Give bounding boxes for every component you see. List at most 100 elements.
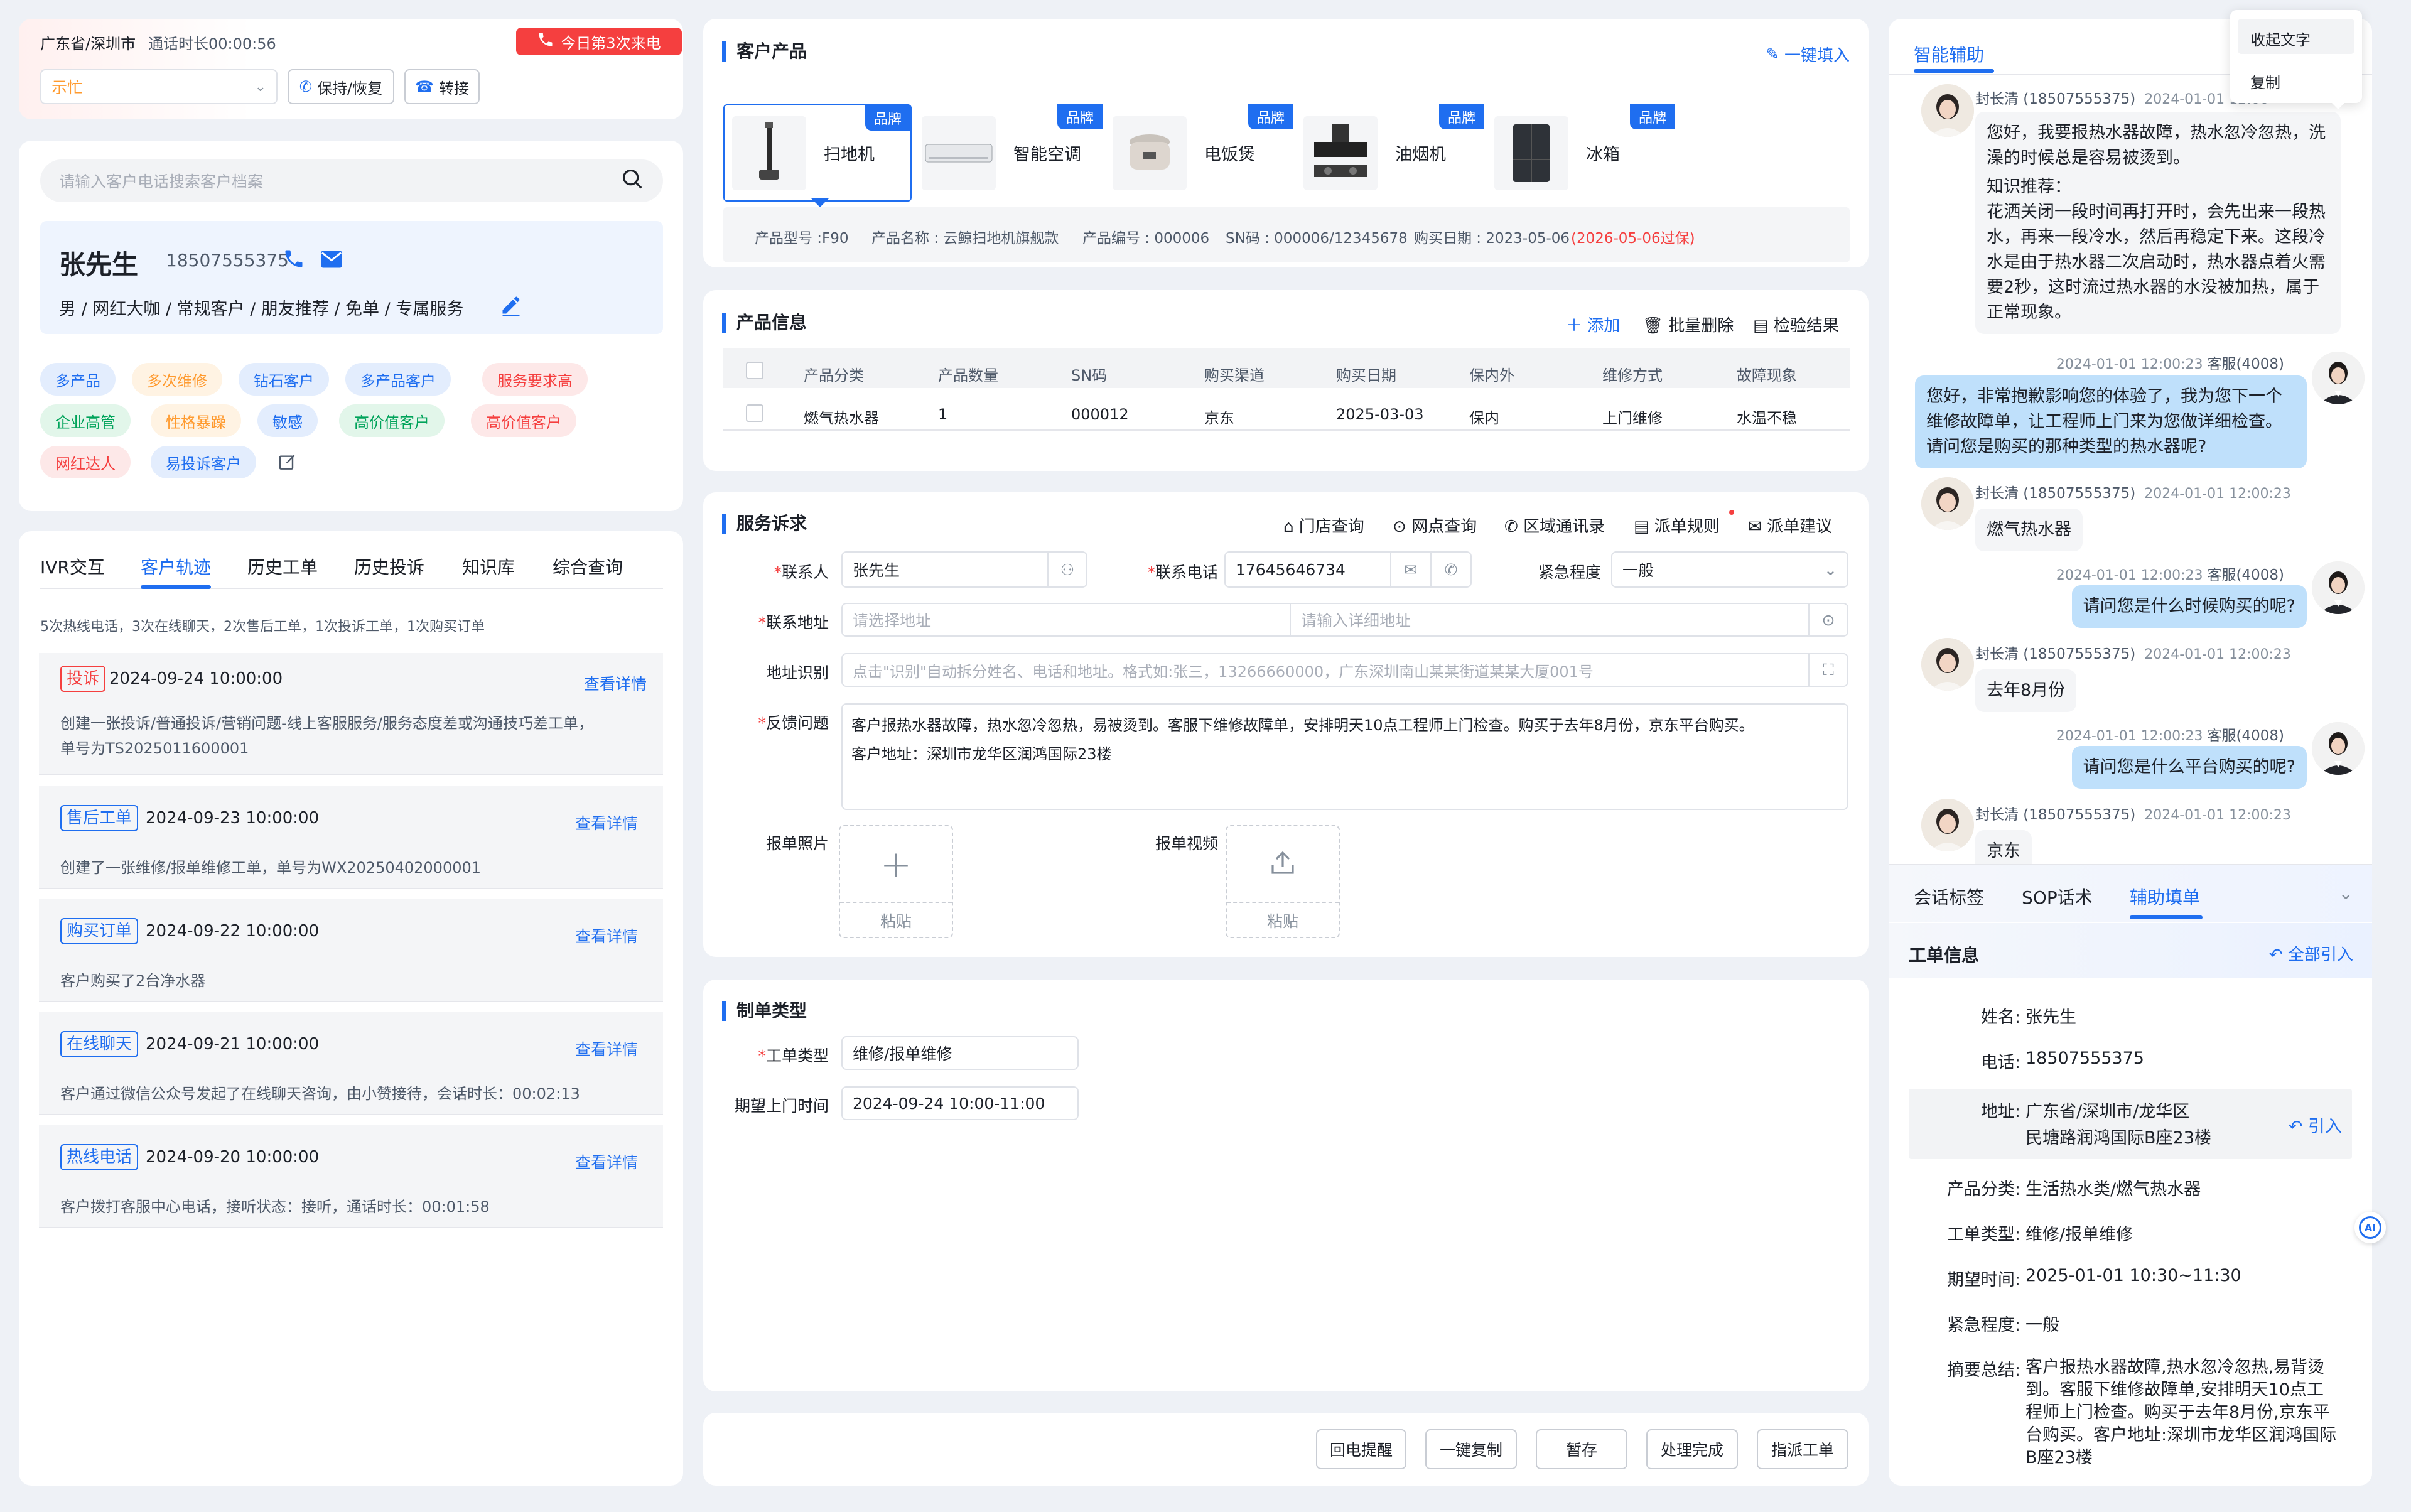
customer-tag: 性格暴躁	[151, 404, 241, 437]
avatar	[1921, 477, 1974, 530]
view-details-link[interactable]: 查看详情	[584, 672, 647, 694]
product-card[interactable]: 冰箱 品牌	[1487, 104, 1675, 202]
status-select[interactable]: 示忙 ⌄	[40, 69, 278, 104]
one-click-fill-button[interactable]: ✎ 一键填入	[1766, 43, 1850, 66]
import-all-button[interactable]: ↶ 全部引入	[2269, 942, 2353, 965]
address-detail-input[interactable]: 请输入详细地址 ⊙	[1290, 603, 1848, 637]
view-details-link[interactable]: 查看详情	[575, 811, 638, 834]
photo-upload[interactable]: + 粘贴	[839, 825, 953, 938]
visit-time-input[interactable]: 2024-09-24 10:00-11:00	[841, 1086, 1079, 1120]
tab-query[interactable]: 综合查询	[553, 554, 623, 579]
address-recognition-input[interactable]: 点击"识别"自动拆分姓名、电话和地址。格式如:张三，13266660000，广东…	[841, 653, 1848, 687]
edit-tags-icon[interactable]	[278, 452, 298, 477]
assign-order-button[interactable]: 指派工单	[1757, 1429, 1848, 1469]
video-paste-area[interactable]: 粘贴	[1227, 902, 1339, 938]
chevron-down-icon[interactable]: ⌄	[2339, 883, 2353, 904]
save-draft-button[interactable]: 暂存	[1536, 1429, 1627, 1469]
tab-sop-scripts[interactable]: SOP话术	[2022, 884, 2093, 909]
tab-assist-fill[interactable]: 辅助填单	[2130, 884, 2200, 909]
menu-item-collapse[interactable]: 收起文字	[2238, 19, 2354, 54]
th-quantity: 产品数量	[938, 367, 998, 384]
form-row-category: 产品分类: 生活热水类/燃气热水器	[1889, 1175, 2372, 1201]
video-upload[interactable]: 粘贴	[1226, 825, 1340, 938]
feedback-textarea[interactable]: 客户报热水器故障，热水忽冷忽热，易被烫到。客服下维修故障单，安排明天10点工程师…	[841, 703, 1848, 810]
ai-assistant-button[interactable]: AI	[2354, 1212, 2386, 1243]
dial-icon[interactable]: ✆	[1430, 553, 1470, 586]
product-name: 油烟机	[1395, 145, 1446, 165]
call-icon[interactable]	[283, 247, 305, 274]
check-result-label: 检验结果	[1773, 316, 1839, 335]
edit-icon[interactable]	[500, 294, 522, 321]
search-placeholder: 请输入客户电话搜索客户档案	[59, 173, 264, 191]
hold-resume-button[interactable]: ✆ 保持/恢复	[288, 69, 394, 104]
brand-badge: 品牌	[1248, 104, 1293, 129]
contact-input[interactable]: 张先生 ⚇	[841, 551, 1087, 588]
batch-delete-label: 批量删除	[1668, 316, 1734, 335]
envelope-icon: ✉	[1748, 517, 1762, 536]
row-checkbox[interactable]	[746, 404, 763, 422]
customer-phone: 18507555375	[166, 250, 289, 271]
order-type-input[interactable]: 维修/报单维修	[841, 1036, 1079, 1070]
chevron-down-icon: ⌄	[1824, 560, 1837, 579]
import-icon: ↶	[2268, 946, 2283, 964]
customer-products-card: 客户产品 ✎ 一键填入 扫地机 品牌 智能空调 品牌 电饭煲 品牌 油烟机 品牌	[703, 19, 1869, 267]
menu-item-copy[interactable]: 复制	[2250, 70, 2280, 92]
tab-history-orders[interactable]: 历史工单	[247, 554, 318, 579]
contact-person-icon[interactable]: ⚇	[1047, 553, 1086, 586]
product-name: 智能空调	[1013, 145, 1081, 165]
area-directory-button[interactable]: ✆ 区域通讯录	[1504, 514, 1605, 537]
add-product-button[interactable]: ＋ 添加	[1566, 313, 1620, 336]
tab-history-complaints[interactable]: 历史投诉	[354, 554, 424, 579]
address-region-select[interactable]: 请选择地址	[841, 603, 1291, 637]
mail-icon[interactable]	[320, 250, 343, 273]
field-key: 紧急程度:	[1946, 1315, 2020, 1335]
tab-knowledge[interactable]: 知识库	[462, 554, 515, 579]
transfer-button[interactable]: ☎ 转接	[404, 69, 480, 104]
complete-button[interactable]: 处理完成	[1646, 1429, 1738, 1469]
outlet-query-button[interactable]: ⊙ 网点查询	[1393, 514, 1477, 537]
td-repair: 上门维修	[1602, 409, 1663, 427]
address-detail-placeholder: 请输入详细地址	[1301, 612, 1411, 630]
view-details-link[interactable]: 查看详情	[575, 924, 638, 947]
phone-input[interactable]: 17645646734 ✉ ✆	[1224, 551, 1472, 588]
detail-model: 产品型号 :F90	[755, 230, 849, 247]
scan-icon[interactable]: ⛶	[1808, 654, 1847, 686]
dispatch-rules-button[interactable]: ▤ 派单规则	[1634, 514, 1720, 537]
urgency-select[interactable]: 一般 ⌄	[1611, 551, 1848, 588]
search-icon[interactable]	[620, 167, 644, 195]
brand-badge: 品牌	[1057, 104, 1103, 129]
red-dot-indicator	[1729, 510, 1734, 515]
urgency-value: 一般	[1622, 561, 1654, 580]
map-pin-icon[interactable]: ⊙	[1808, 604, 1847, 635]
product-name: 电饭煲	[1204, 145, 1255, 165]
callback-reminder-button[interactable]: 回电提醒	[1316, 1429, 1406, 1469]
tab-ivr[interactable]: IVR交互	[40, 554, 105, 579]
product-card[interactable]: 油烟机 品牌	[1296, 104, 1484, 202]
customer-search-input[interactable]: 请输入客户电话搜索客户档案	[40, 159, 663, 202]
product-card[interactable]: 智能空调 品牌	[914, 104, 1103, 202]
view-details-link[interactable]: 查看详情	[575, 1150, 638, 1173]
document-icon: ▤	[1634, 517, 1649, 536]
td-quantity[interactable]: 1	[938, 406, 947, 423]
agent-message: 您好，非常抱歉影响您的体验了，我为您下一个维修故障单，让工程师上门来为您做详细检…	[1915, 375, 2307, 468]
track-description: 创建一张投诉/普通投诉/营销问题-线上客服服务/服务态度差或沟通技巧差工单， 单…	[60, 711, 593, 761]
check-result-button[interactable]: ▤ 检验结果	[1753, 313, 1839, 336]
sms-icon[interactable]: ✉	[1390, 553, 1430, 586]
active-tab-indicator	[141, 585, 211, 589]
service-title: 服务诉求	[722, 514, 807, 534]
dispatch-suggestion-button[interactable]: ✉ 派单建议	[1748, 514, 1832, 537]
store-query-button[interactable]: ⌂ 门店查询	[1283, 514, 1364, 537]
product-card[interactable]: 电饭煲 品牌	[1105, 104, 1293, 202]
plus-icon: ＋	[1566, 316, 1583, 335]
copy-all-button[interactable]: 一键复制	[1425, 1429, 1517, 1469]
batch-delete-button[interactable]: 🗑 批量删除	[1642, 313, 1734, 336]
th-repair: 维修方式	[1602, 367, 1663, 384]
tab-customer-track[interactable]: 客户轨迹	[141, 554, 211, 579]
view-details-link[interactable]: 查看详情	[575, 1037, 638, 1060]
import-button[interactable]: ↶ 引入	[2289, 1113, 2342, 1137]
product-card-selected[interactable]: 扫地机 品牌	[723, 104, 912, 202]
select-all-checkbox[interactable]	[746, 362, 763, 379]
tab-session-tags[interactable]: 会话标签	[1914, 884, 1984, 909]
detail-number: 产品编号 : 000006	[1082, 230, 1210, 247]
photo-paste-area[interactable]: 粘贴	[840, 902, 952, 938]
